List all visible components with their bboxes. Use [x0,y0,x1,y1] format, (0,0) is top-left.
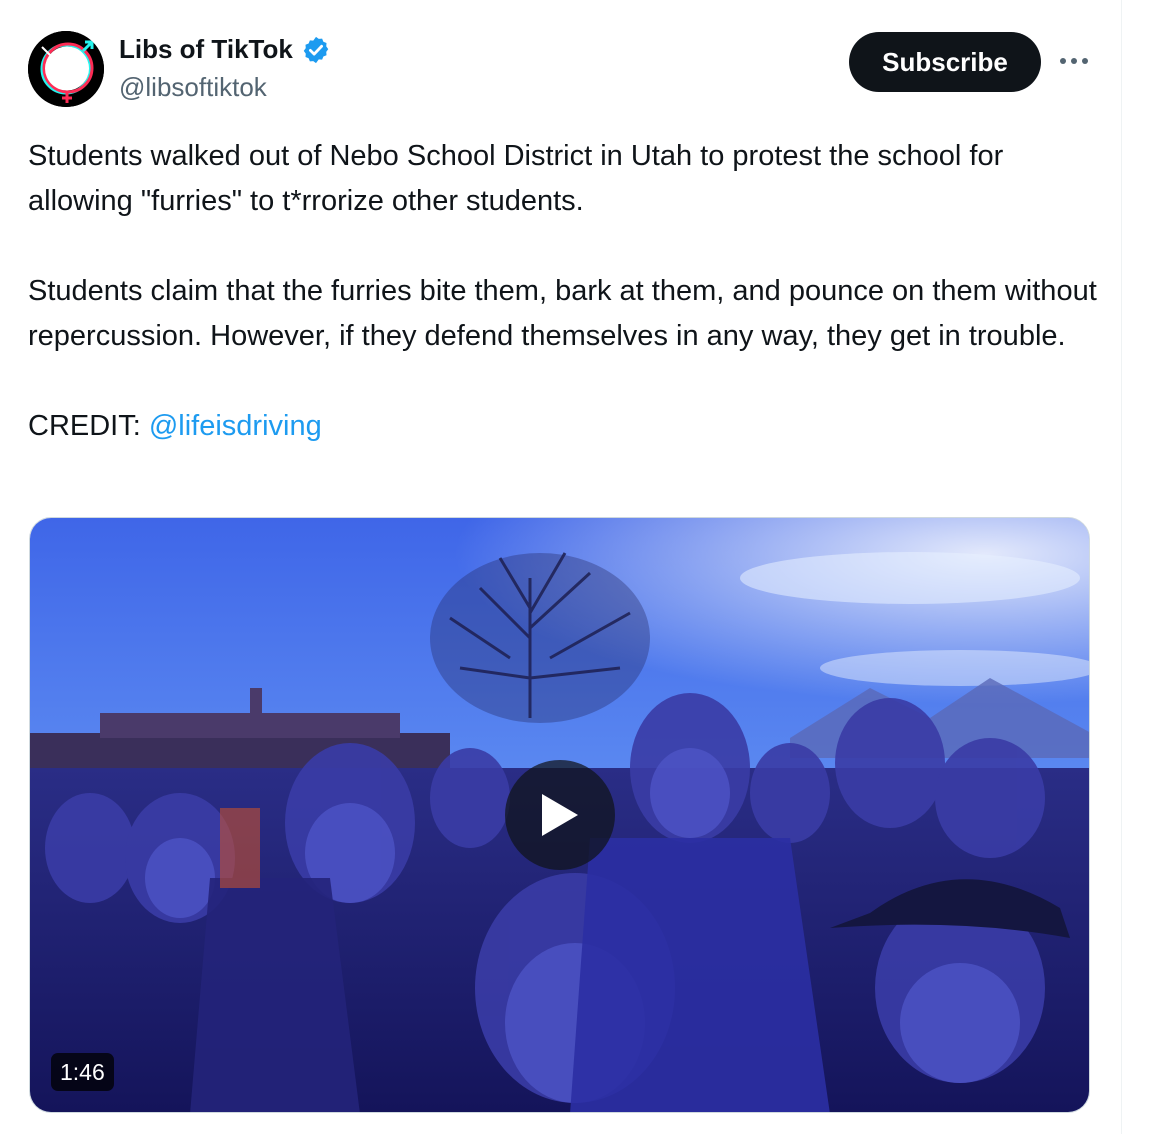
verified-badge-icon [303,36,329,63]
credit-mention-link[interactable]: @lifeisdriving [149,410,322,442]
play-button[interactable] [505,760,615,870]
play-icon [542,794,578,836]
author-handle[interactable]: @libsoftiktok [119,72,267,103]
tweet-paragraph: Students walked out of Nebo School Distr… [28,140,1004,217]
author-display-name[interactable]: Libs of TikTok [119,34,331,65]
video-player[interactable]: 1:46 [29,517,1090,1113]
subscribe-button[interactable]: Subscribe [849,32,1041,92]
libs-of-tiktok-logo-icon [28,31,104,107]
more-horizontal-icon [1060,58,1088,64]
credit-line: CREDIT: @lifeisdriving [28,404,1098,449]
column-divider [1121,0,1122,1134]
author-name-text[interactable]: Libs of TikTok [119,34,293,65]
video-duration-badge: 1:46 [51,1053,114,1091]
tweet-card: Libs of TikTok @libsoftiktok Subscribe S… [0,0,1151,1134]
tweet-text: Students walked out of Nebo School Distr… [28,134,1098,449]
tweet-paragraph: Students claim that the furries bite the… [28,275,1097,352]
more-options-button[interactable] [1054,46,1094,76]
credit-label: CREDIT: [28,410,149,442]
avatar[interactable] [28,31,104,107]
